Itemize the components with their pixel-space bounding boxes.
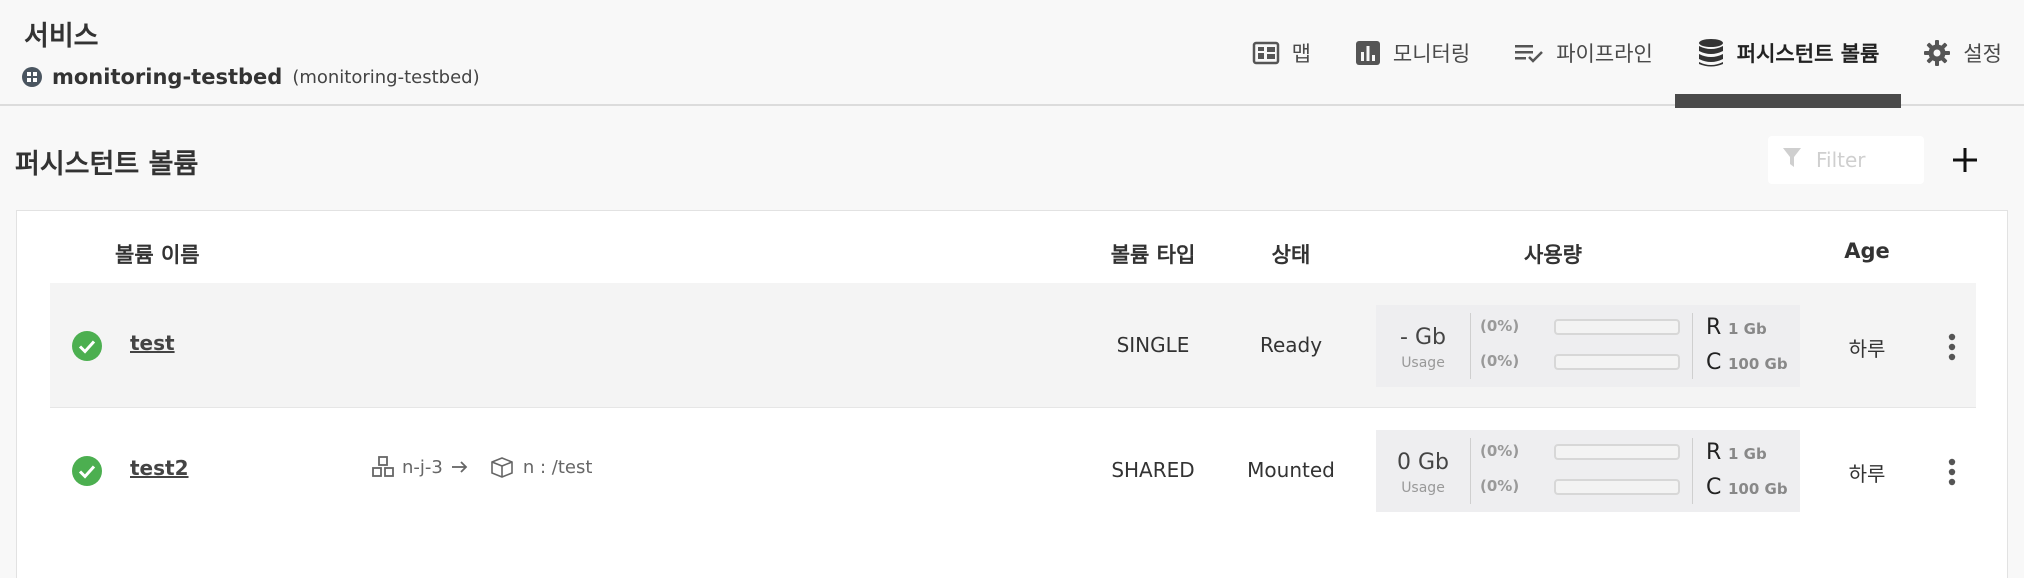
col-volume-type: 볼륨 타입 xyxy=(1110,243,1196,267)
request-percent: (0%) xyxy=(1480,442,1520,460)
gear-icon xyxy=(1923,39,1951,67)
volume-name-link[interactable]: test xyxy=(130,331,175,355)
mount-info: n-j-3 n : /test xyxy=(372,456,592,478)
volume-type: SINGLE xyxy=(1116,333,1190,357)
volume-age: 하루 xyxy=(1848,462,1886,486)
col-status: 상태 xyxy=(1271,243,1311,267)
capacity-letter: C xyxy=(1706,350,1722,375)
request-letter: R xyxy=(1706,315,1722,340)
request-percent: (0%) xyxy=(1480,317,1520,335)
tab-monitoring[interactable]: 모니터링 xyxy=(1333,0,1492,106)
usage-value: 0 Gb xyxy=(1396,450,1449,475)
filter-box[interactable] xyxy=(1768,136,1924,184)
more-vert-icon[interactable] xyxy=(1947,458,1957,486)
col-usage: 사용량 xyxy=(1524,243,1582,267)
tab-persistent-volume-label: 퍼시스턴트 볼륨 xyxy=(1736,42,1880,66)
playlist-check-icon xyxy=(1514,42,1544,64)
cubes-icon xyxy=(372,456,394,477)
col-volume-name: 볼륨 이름 xyxy=(115,243,200,267)
service-title: 서비스 xyxy=(24,21,99,52)
filter-input[interactable] xyxy=(1816,148,1916,172)
more-vert-icon[interactable] xyxy=(1947,333,1957,361)
capacity-value: 100 Gb xyxy=(1728,480,1788,498)
project-icon xyxy=(22,67,42,87)
capacity-percent: (0%) xyxy=(1480,477,1520,495)
request-letter: R xyxy=(1706,440,1722,465)
database-icon xyxy=(1697,38,1725,68)
node-name: n-j-3 xyxy=(402,456,443,478)
tab-persistent-volume[interactable]: 퍼시스턴트 볼륨 xyxy=(1674,0,1902,108)
table-row[interactable]: test SINGLE Ready - Gb Usage (0%) (0%) R… xyxy=(50,283,1976,407)
tab-monitoring-label: 모니터링 xyxy=(1392,42,1471,66)
usage-box: - Gb Usage (0%) (0%) R 1 Gb C 100 Gb xyxy=(1376,305,1800,387)
volume-name-link[interactable]: test2 xyxy=(130,456,189,480)
mount-path: n : /test xyxy=(522,456,593,478)
request-bar xyxy=(1554,444,1680,460)
request-value: 1 Gb xyxy=(1728,445,1767,463)
plus-icon xyxy=(1953,148,1977,172)
usage-label: Usage xyxy=(1401,355,1445,371)
project-name[interactable]: monitoring-testbed xyxy=(52,65,282,89)
capacity-value: 100 Gb xyxy=(1728,355,1788,373)
tab-map[interactable]: 맵 xyxy=(1230,0,1333,106)
volume-type: SHARED xyxy=(1111,458,1195,482)
request-bar xyxy=(1554,319,1680,335)
tab-settings[interactable]: 설정 xyxy=(1901,0,2024,106)
capacity-percent: (0%) xyxy=(1480,352,1520,370)
capacity-bar xyxy=(1554,479,1680,495)
volume-age: 하루 xyxy=(1848,337,1886,361)
request-value: 1 Gb xyxy=(1728,320,1767,338)
tab-map-label: 맵 xyxy=(1291,42,1311,66)
table-row[interactable]: test2 n-j-3 n : /test SHARED Mounted 0 G… xyxy=(50,408,1976,532)
project-namespace: (monitoring-testbed) xyxy=(292,66,480,88)
tab-pipeline[interactable]: 파이프라인 xyxy=(1492,0,1675,106)
project-info: monitoring-testbed (monitoring-testbed) xyxy=(22,62,480,92)
check-circle-icon xyxy=(72,456,102,486)
tab-settings-label: 설정 xyxy=(1963,42,2002,66)
col-age: Age xyxy=(1844,239,1890,263)
add-volume-button[interactable] xyxy=(1952,140,1978,180)
volume-status: Ready xyxy=(1259,333,1323,357)
arrow-right-icon xyxy=(451,461,468,473)
box-icon xyxy=(491,457,513,478)
filter-icon xyxy=(1782,147,1802,173)
main-nav: 맵 모니터링 파이프라인 퍼시스턴트 볼륨 설정 xyxy=(1230,0,2024,108)
tab-pipeline-label: 파이프라인 xyxy=(1556,42,1653,66)
page-title: 퍼시스턴트 볼륨 xyxy=(15,149,199,180)
volume-status: Mounted xyxy=(1247,458,1335,482)
capacity-bar xyxy=(1554,354,1680,370)
top-header: 서비스 monitoring-testbed (monitoring-testb… xyxy=(0,0,2024,108)
usage-box: 0 Gb Usage (0%) (0%) R 1 Gb C 100 Gb xyxy=(1376,430,1800,512)
check-circle-icon xyxy=(72,331,102,361)
dashboard-icon xyxy=(1252,41,1280,65)
volume-table: 볼륨 이름 볼륨 타입 상태 사용량 Age test SINGLE Ready… xyxy=(16,210,2008,578)
bar-chart-icon xyxy=(1355,40,1381,66)
capacity-letter: C xyxy=(1706,475,1722,500)
usage-label: Usage xyxy=(1401,480,1445,496)
usage-value: - Gb xyxy=(1400,325,1446,350)
